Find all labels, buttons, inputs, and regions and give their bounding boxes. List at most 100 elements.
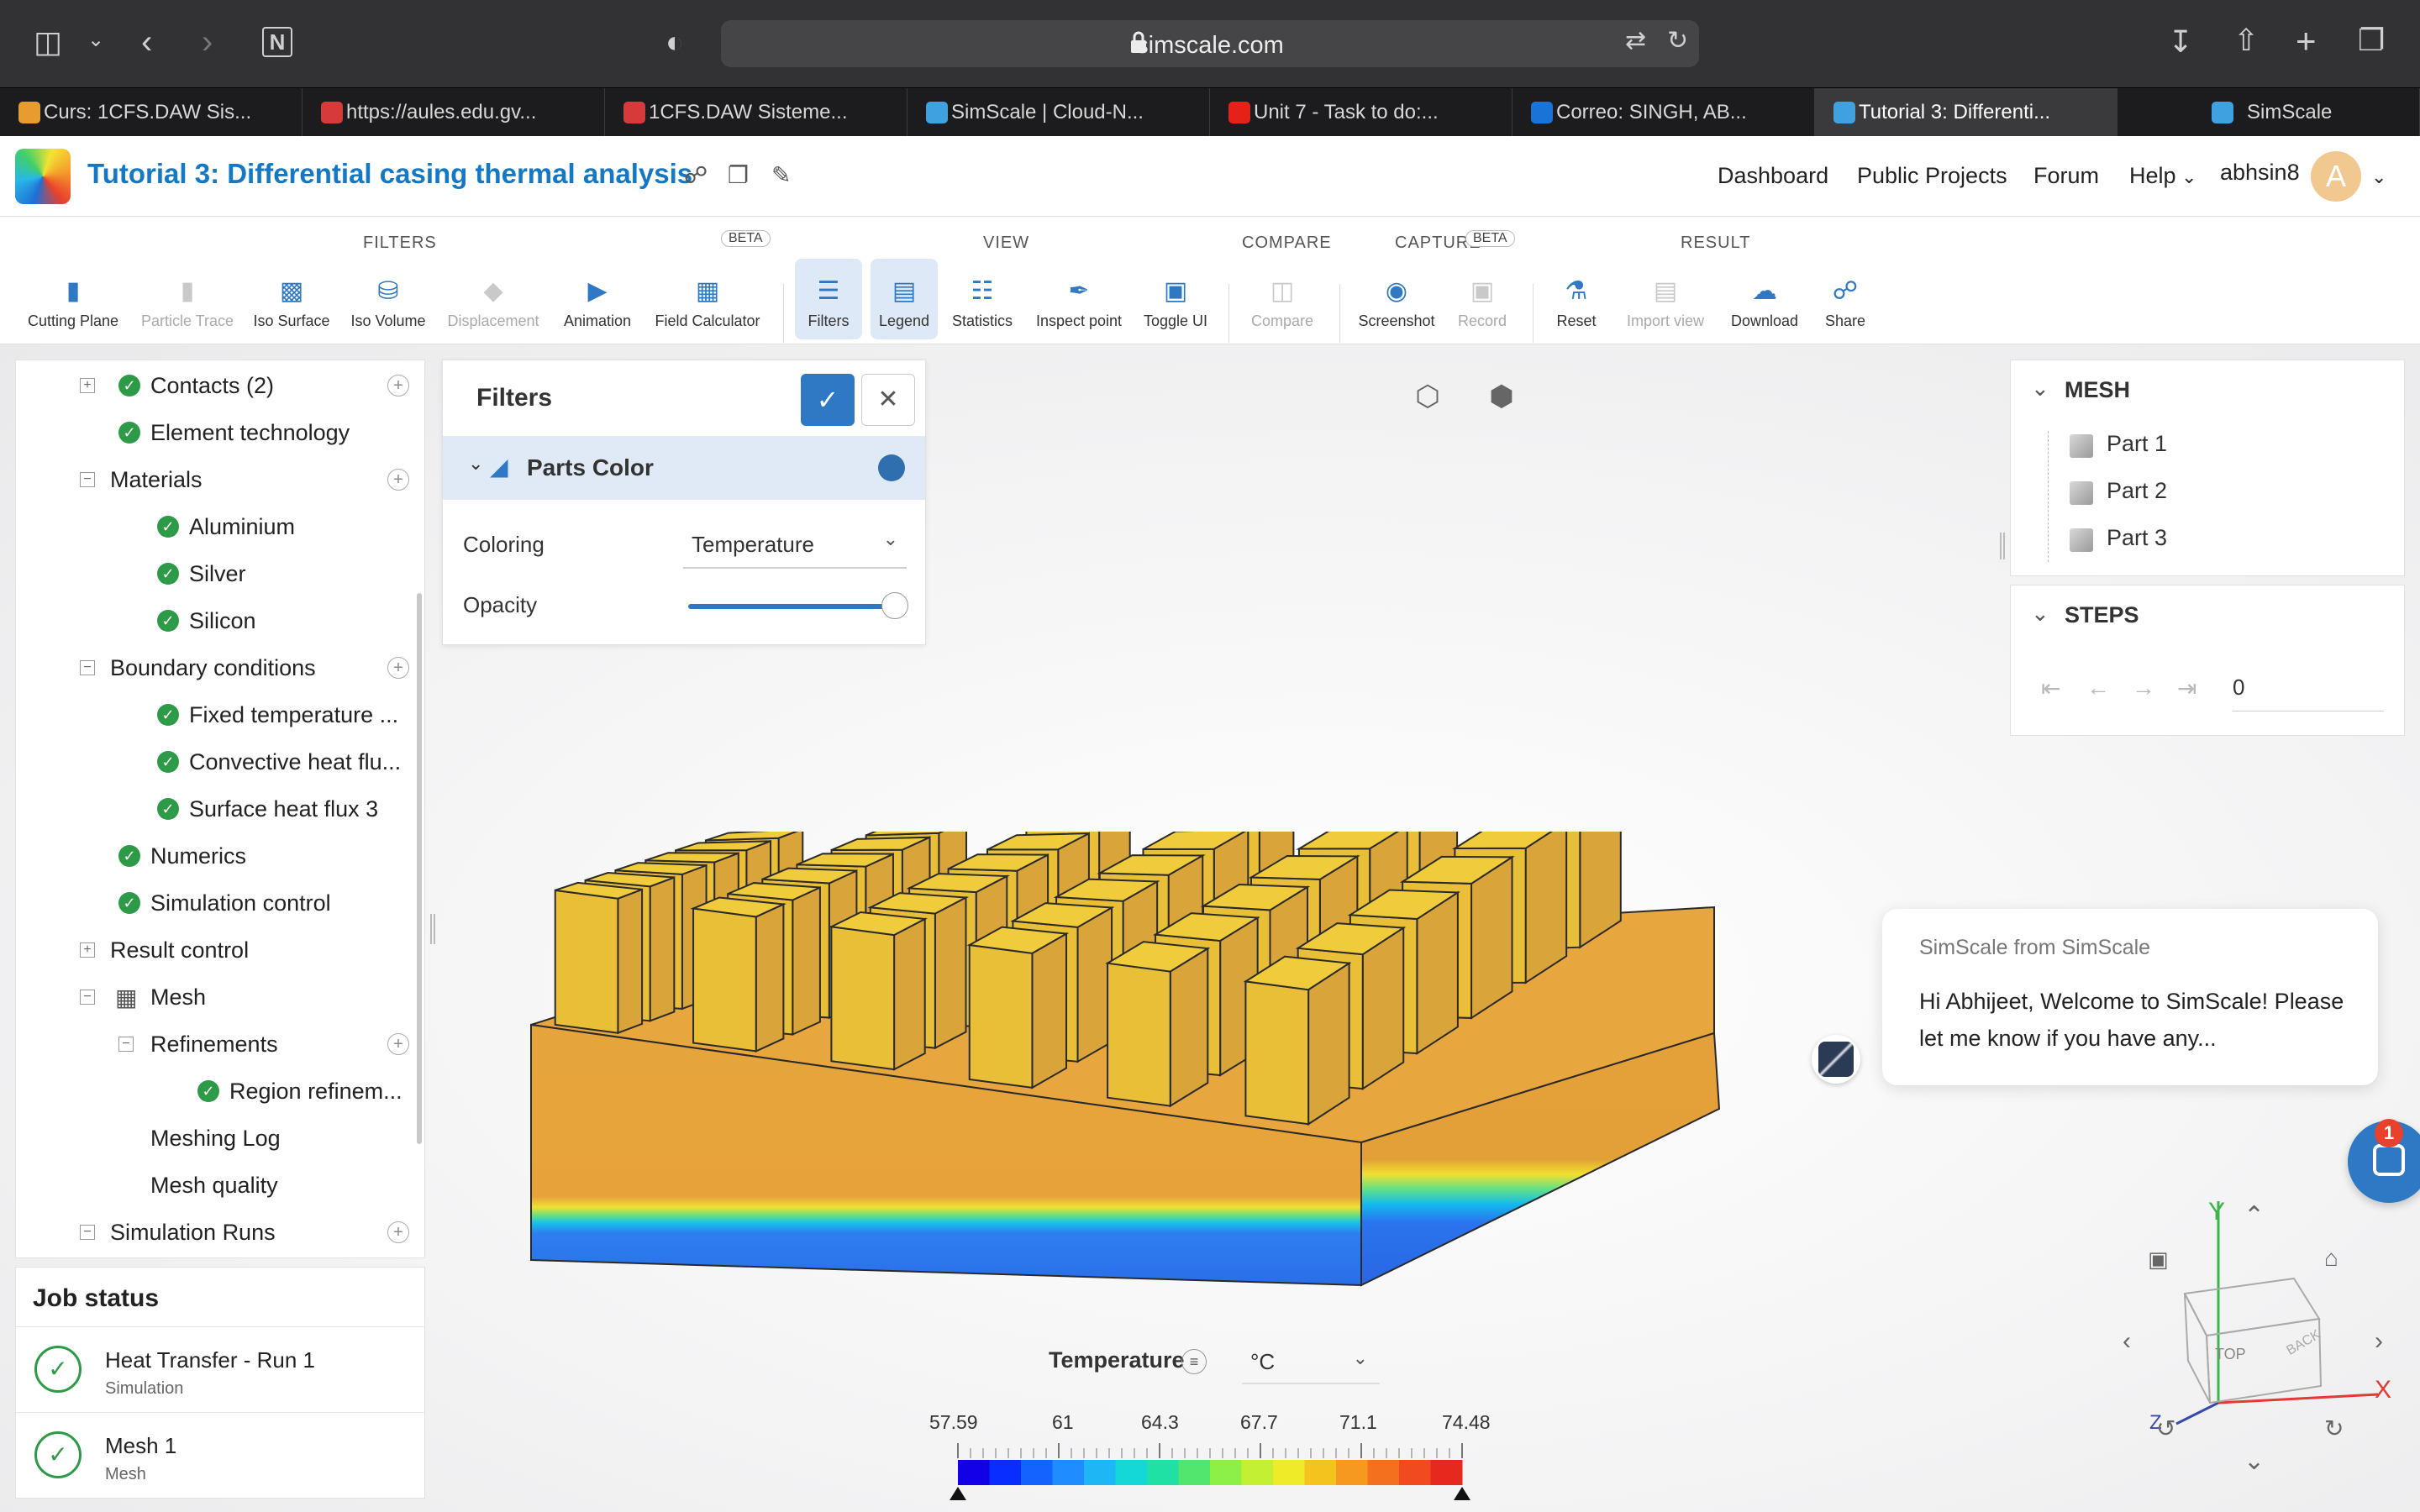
rotate-cw-icon[interactable]: ↻ — [2324, 1415, 2344, 1442]
share-icon[interactable]: ⇧ — [2233, 25, 2259, 55]
screenshot-button[interactable]: ◉ Screenshot — [1353, 259, 1440, 339]
job-item[interactable]: ✓ Heat Transfer - Run 1 Simulation — [16, 1326, 424, 1410]
statistics-button[interactable]: ☷ Statistics — [946, 259, 1018, 339]
tree-item-simulation-control[interactable]: ✓ Simulation control — [16, 879, 424, 927]
home-icon[interactable]: ⌂ — [2324, 1245, 2338, 1272]
part-item[interactable]: Part 1 — [2070, 431, 2167, 458]
legend-button[interactable]: ▤ Legend — [871, 259, 938, 339]
inspect-point-button[interactable]: ✒ Inspect point — [1030, 259, 1128, 339]
expand-icon[interactable]: + — [80, 378, 95, 393]
browser-tab[interactable]: 1CFS.DAW Sisteme... — [605, 88, 908, 137]
browser-tab[interactable]: Curs: 1CFS.DAW Sis... — [0, 88, 302, 137]
collapse-icon[interactable]: − — [80, 1225, 95, 1240]
browser-tab[interactable]: SimScale — [2118, 88, 2420, 137]
legend-menu-icon[interactable]: ≡ — [1181, 1349, 1207, 1374]
cutting-plane-button[interactable]: ▮ Cutting Plane — [24, 259, 123, 339]
tree-item-contacts[interactable]: + ✓ Contacts (2) + — [16, 362, 424, 409]
back-icon[interactable]: ‹ — [141, 25, 152, 59]
iso-volume-button[interactable]: ⛁ Iso Volume — [345, 259, 432, 339]
tree-item-materials[interactable]: − Materials + — [16, 456, 424, 503]
tab-overview-icon[interactable]: ❐ — [2358, 25, 2385, 55]
coloring-select[interactable]: Temperature ⌄ — [683, 523, 907, 569]
tree-item-convective-heat-flux[interactable]: ✓ Convective heat flu... — [16, 738, 424, 785]
nav-forum[interactable]: Forum — [2033, 163, 2099, 189]
field-calculator-button[interactable]: ▦ Field Calculator — [649, 259, 766, 339]
part-item[interactable]: Part 3 — [2070, 525, 2167, 552]
next-step-icon[interactable]: → — [2132, 675, 2155, 701]
parts-color-section[interactable]: ⌄ ◢ Parts Color — [443, 436, 925, 500]
compare-button[interactable]: ◫ Compare — [1242, 259, 1323, 339]
unit-select[interactable]: °C ⌄ — [1242, 1337, 1380, 1384]
rotate-right-icon[interactable]: › — [2375, 1327, 2383, 1356]
collapse-icon[interactable]: − — [80, 660, 95, 675]
browser-tab-active[interactable]: Tutorial 3: Differenti... — [1815, 88, 2118, 137]
rotate-down-icon[interactable]: ⌄ — [2244, 1446, 2265, 1476]
add-icon[interactable]: + — [387, 375, 409, 396]
first-step-icon[interactable]: ⇤ — [2041, 675, 2060, 702]
tree-item-numerics[interactable]: ✓ Numerics — [16, 832, 424, 879]
opacity-slider-track[interactable] — [688, 604, 898, 609]
previous-step-icon[interactable]: ← — [2086, 675, 2110, 701]
job-item[interactable]: ✓ Mesh 1 Mesh — [16, 1412, 424, 1496]
tree-item-aluminium[interactable]: ✓ Aluminium — [16, 503, 424, 550]
particle-trace-button[interactable]: ▮ Particle Trace — [134, 259, 240, 339]
toggle-ui-button[interactable]: ▣ Toggle UI — [1139, 259, 1212, 339]
tree-item-region-refinement[interactable]: ✓ Region refinem... — [16, 1068, 424, 1115]
rotate-up-icon[interactable]: ⌃ — [2244, 1201, 2265, 1231]
duplicate-icon[interactable]: ❐ — [728, 161, 749, 189]
close-button[interactable]: ✕ — [861, 374, 915, 426]
sidebar-toggle-icon[interactable]: ◫ — [34, 27, 62, 57]
chevron-down-icon[interactable]: ⌄ — [2031, 375, 2049, 402]
tree-item-simulation-runs[interactable]: − Simulation Runs + — [16, 1209, 424, 1256]
tree-item-silicon[interactable]: ✓ Silicon — [16, 597, 424, 644]
tree-item-mesh-quality[interactable]: Mesh quality — [16, 1162, 424, 1209]
tree-item-meshing-log[interactable]: Meshing Log — [16, 1115, 424, 1162]
browser-tab[interactable]: Correo: SINGH, AB... — [1512, 88, 1815, 137]
tree-item-element-technology[interactable]: ✓ Element technology — [16, 409, 424, 456]
camera-icon[interactable]: ▣ — [2148, 1247, 2169, 1273]
solid-cube-icon[interactable]: ⬢ — [1482, 380, 1521, 418]
share-project-icon[interactable]: ☍ — [684, 161, 708, 189]
avatar[interactable]: A — [2311, 151, 2361, 202]
chevron-down-icon[interactable]: ⌄ — [2031, 601, 2049, 627]
opacity-slider-handle[interactable] — [881, 592, 908, 619]
reload-icon[interactable]: ↻ — [1667, 29, 1688, 54]
tree-scrollbar[interactable] — [417, 593, 422, 1144]
part-item[interactable]: Part 2 — [2070, 478, 2167, 505]
record-button[interactable]: ▣ Record — [1449, 259, 1516, 339]
notion-icon[interactable]: N — [262, 27, 292, 57]
share-button[interactable]: ☍ Share — [1815, 259, 1876, 339]
step-input[interactable]: 0 — [2233, 669, 2384, 711]
collapse-icon[interactable]: − — [80, 990, 95, 1005]
panel-resize-handle[interactable] — [2000, 533, 2005, 559]
simscale-logo[interactable] — [15, 149, 71, 204]
displacement-button[interactable]: ◆ Displacement — [444, 259, 543, 339]
username[interactable]: abhsin8 — [2220, 160, 2300, 186]
filters-button[interactable]: ☰ Filters — [795, 259, 862, 339]
translate-icon[interactable]: ⇄ — [1625, 29, 1646, 54]
tree-item-silver[interactable]: ✓ Silver — [16, 550, 424, 597]
add-icon[interactable]: + — [387, 469, 409, 491]
last-step-icon[interactable]: ⇥ — [2177, 675, 2196, 702]
tree-item-result-control[interactable]: + Result control — [16, 927, 424, 974]
browser-tab[interactable]: https://aules.edu.gv... — [302, 88, 605, 137]
browser-tab[interactable]: SimScale | Cloud-N... — [908, 88, 1210, 137]
perspective-cube-icon[interactable]: ⬡ — [1408, 380, 1447, 418]
tree-item-refinements[interactable]: − Refinements + — [16, 1021, 424, 1068]
expand-icon[interactable]: + — [80, 942, 95, 958]
nav-help[interactable]: Help — [2129, 163, 2176, 189]
legend-max-marker[interactable] — [1454, 1487, 1470, 1500]
confirm-button[interactable]: ✓ — [801, 374, 855, 426]
chevron-down-icon[interactable]: ⌄ — [87, 30, 104, 50]
add-icon[interactable]: + — [387, 1221, 409, 1243]
tree-item-surface-heat-flux[interactable]: ✓ Surface heat flux 3 — [16, 785, 424, 832]
tree-item-mesh[interactable]: − ▦ Mesh — [16, 974, 424, 1021]
nav-public-projects[interactable]: Public Projects — [1857, 163, 2007, 189]
browser-tab[interactable]: Unit 7 - Task to do:... — [1210, 88, 1512, 137]
rotate-left-icon[interactable]: ‹ — [2123, 1327, 2131, 1356]
address-bar[interactable]: simscale.com ⇄ ↻ — [721, 20, 1699, 67]
collapse-icon[interactable]: − — [118, 1037, 134, 1052]
reset-button[interactable]: ⚗ Reset — [1546, 259, 1607, 339]
rotate-ccw-icon[interactable]: ↺ — [2156, 1415, 2175, 1442]
forward-icon[interactable]: › — [202, 25, 213, 59]
